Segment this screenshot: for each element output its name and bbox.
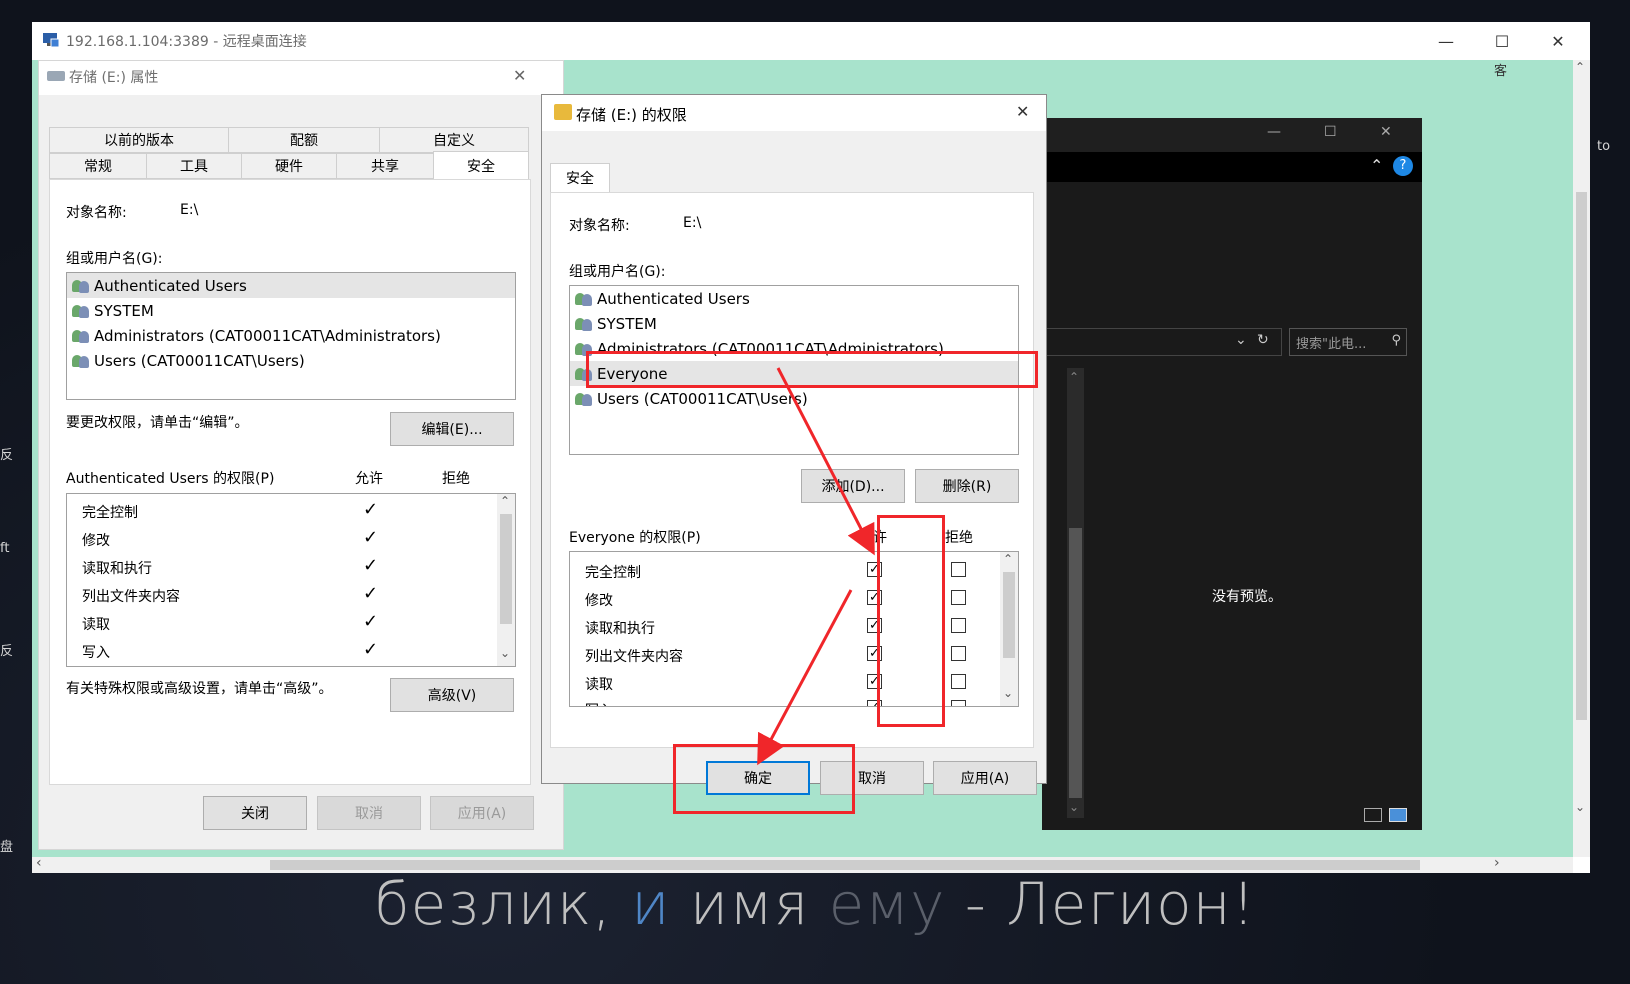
arrow-to-allow-icon [776, 367, 875, 556]
caption-part: ему [828, 870, 946, 938]
video-caption: безлик, и имя ему - Легион! [0, 870, 1630, 938]
annotation-arrows [757, 367, 875, 766]
caption-part: безлик, [374, 870, 632, 938]
caption-part: и [631, 870, 671, 938]
caption-part: - Легион! [945, 870, 1256, 938]
caption-part: имя [670, 870, 829, 938]
arrow-to-ok-icon [757, 589, 853, 766]
